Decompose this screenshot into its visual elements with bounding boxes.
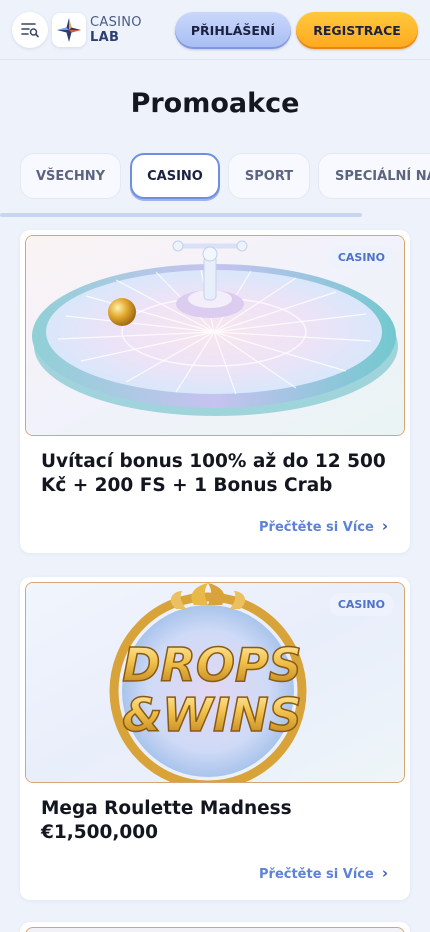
promo-image-drops-wins[interactable]: DROPS &WINS CASINO [25,582,405,783]
promo-title: Mega Roulette Madness €1,500,000 [41,798,292,843]
tab-special[interactable]: SPECIÁLNÍ NA [318,153,430,199]
promo-category-tabs: VŠECHNY CASINO SPORT SPECIÁLNÍ NA [20,153,430,203]
tab-sport[interactable]: SPORT [228,153,310,199]
promo-category-badge: CASINO [328,246,394,269]
promo-image-roulette[interactable]: CASINO [25,235,405,436]
promo-category-badge: CASINO [328,593,394,616]
promo-title: Uvítací bonus 100% až do 12 500 Kč + 200… [41,451,386,496]
promo-image-partial[interactable] [25,927,405,932]
casino-lab-logo[interactable]: CASINO LAB [52,11,152,49]
menu-search-icon [21,23,39,38]
chevron-right-icon: › [381,517,388,535]
chevron-right-icon: › [381,864,388,882]
drops-wins-text-line2: &WINS [122,688,302,742]
read-more-link[interactable]: Přečtěte si Více › [228,517,388,535]
tabs-scrollbar[interactable] [0,213,362,217]
logo-text-lab: LAB [90,30,120,45]
logo-text-casino: CASINO [90,15,142,30]
tab-all[interactable]: VŠECHNY [20,153,121,199]
read-more-label: Přečtěte si Více [259,867,374,882]
register-button[interactable]: REGISTRACE [296,12,418,49]
tab-casino[interactable]: CASINO [130,153,220,199]
promo-card[interactable]: DROPS &WINS CASINO Mega Roulette Madness… [20,577,410,900]
drops-wins-text-line1: DROPS [122,638,302,692]
top-bar: CASINO LAB PŘIHLÁŠENÍ REGISTRACE [0,0,430,60]
read-more-link[interactable]: Přečtěte si Více › [228,864,388,882]
logo-star-icon [52,13,86,47]
promo-card[interactable]: CASINO Uvítací bonus 100% až do 12 500 K… [20,230,410,553]
promo-card[interactable] [20,922,410,932]
login-button[interactable]: PŘIHLÁŠENÍ [175,12,291,49]
menu-search-button[interactable] [12,12,48,48]
read-more-label: Přečtěte si Více [259,520,374,535]
page-title: Promoakce [130,88,300,119]
